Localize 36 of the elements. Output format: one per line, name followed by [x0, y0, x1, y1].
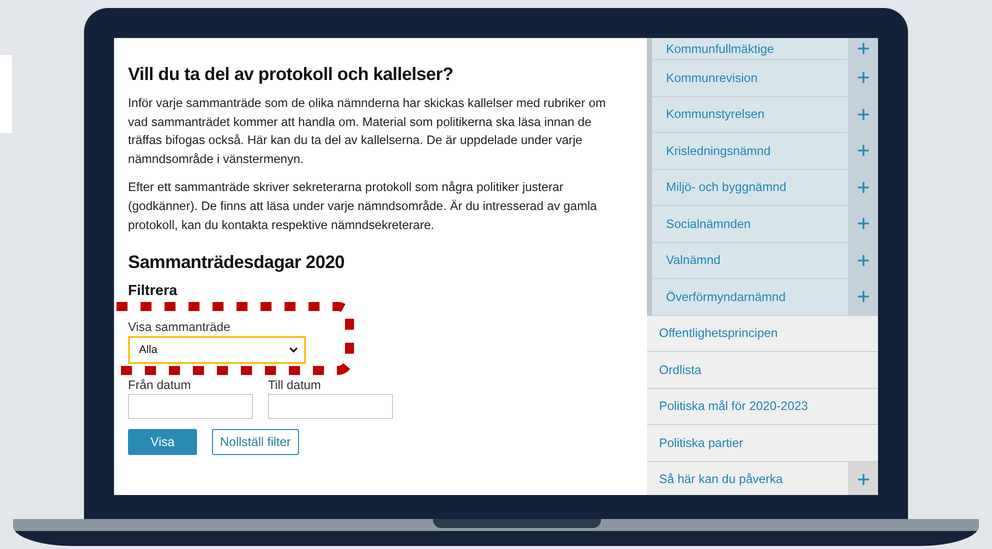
chevron-down-icon [289, 347, 298, 354]
show-button[interactable]: Visa [128, 429, 197, 456]
plus-icon[interactable] [858, 474, 868, 485]
plus-icon[interactable] [858, 254, 868, 266]
submenu-item[interactable]: Kommunstyrelsen [652, 96, 878, 133]
menu-item[interactable]: Politiska partier [647, 425, 878, 462]
plus-icon[interactable] [858, 182, 868, 193]
submenu-item[interactable]: Kommunrevision [652, 60, 878, 96]
section-heading: Sammanträdesdagar 2020 [128, 252, 346, 274]
date-input[interactable] [268, 394, 393, 420]
plus-icon[interactable] [858, 145, 868, 156]
submenu-item[interactable]: Överförmyndarnämnd [652, 279, 878, 316]
article-paragraph: Inför varje sammanträde som de olika nämnderna har skickas kallelser med rubriker om vad sammanträdet kommer att handla om. Material som politikerna ska läsa innan de träffas bifogas också. Här kan du ta del av kallelserna. De är uppdelade under varje nämndsområde i vänstermenyn. [128, 95, 607, 168]
submenu-item[interactable]: Valnämnd [652, 242, 878, 279]
plus-icon[interactable] [858, 108, 868, 120]
plus-icon[interactable] [858, 218, 868, 230]
filter-heading: Filtrera [128, 283, 178, 300]
submenu-item[interactable]: Krisledningsnämnd [652, 133, 878, 170]
plus-icon[interactable] [858, 72, 868, 84]
submenu-item[interactable]: Kommunfullmäktige [652, 38, 878, 60]
submenu-item[interactable]: Socialnämnden [652, 206, 878, 242]
field-label: Till datum [268, 378, 321, 392]
menu-item[interactable]: Politiska mål för 2020-2023 [647, 388, 878, 425]
date-input[interactable] [128, 394, 253, 420]
plus-icon[interactable] [858, 43, 868, 54]
menu-item[interactable]: Ordlista [647, 352, 878, 388]
menu-item[interactable]: Offentlighetsprincipen [647, 316, 878, 352]
field-label: Visa sammanträde [128, 320, 230, 334]
article-paragraph: Efter ett sammanträde skriver sekreterarna protokoll som några politiker justerar (godkänner). De finns att läsa under varje nämndsområde. Är du intresserad av gamla protokoll, kan du kontakta respektive nämndsekreterare. [128, 179, 598, 234]
field-label: Från datum [128, 378, 191, 392]
plus-icon[interactable] [858, 291, 868, 302]
article-heading: Vill du ta del av protokoll och kallelser? [128, 64, 454, 85]
menu-item[interactable]: Så här kan du påverka [647, 462, 878, 495]
reset-filter-button[interactable]: Nollställ filter [212, 429, 299, 456]
submenu-item[interactable]: Miljö- och byggnämnd [652, 170, 878, 206]
meeting-select[interactable]: Alla [128, 336, 306, 364]
